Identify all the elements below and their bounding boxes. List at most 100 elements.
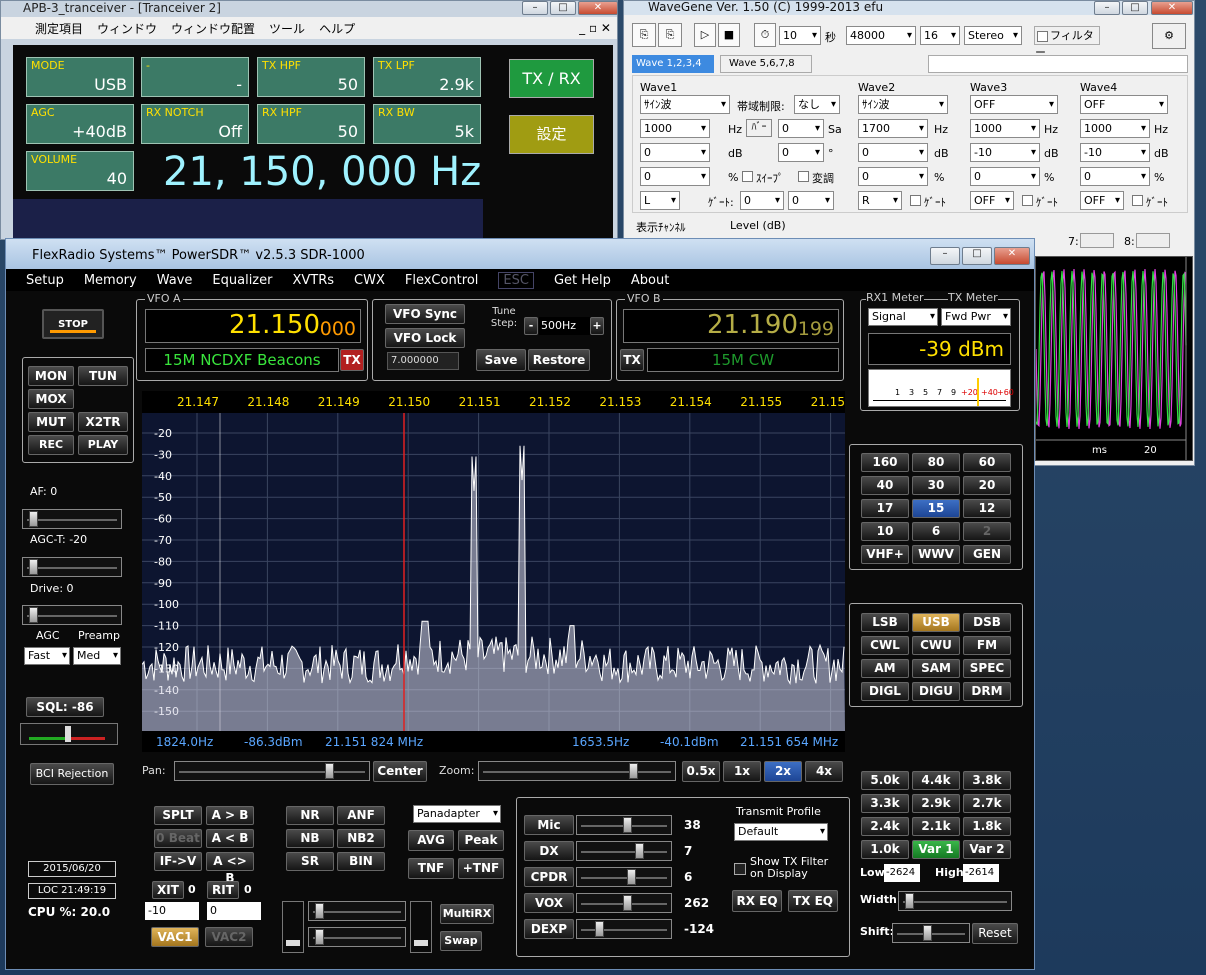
menu-item[interactable]: ウィンドウ [97, 20, 157, 37]
close-button[interactable]: ✕ [994, 247, 1030, 265]
zoom-4x-button[interactable]: 4x [805, 761, 843, 782]
close-button[interactable]: ✕ [1151, 1, 1193, 15]
mode-control[interactable]: MODE USB [26, 57, 134, 97]
wave1-pct-input[interactable]: 0 [640, 167, 710, 186]
filter-button-2.7k[interactable]: 2.7k [963, 794, 1011, 813]
mon-button[interactable]: MON [28, 366, 74, 386]
rx-bw-control[interactable]: RX BW 5k [373, 104, 481, 144]
wave3-type-select[interactable]: OFF [970, 95, 1058, 114]
tx-dx-slider[interactable] [576, 841, 672, 861]
mode-button-cwl[interactable]: CWL [861, 636, 909, 655]
vfo-b-display[interactable]: 21.190 199 [623, 309, 839, 343]
menu-memory[interactable]: Memory [84, 273, 137, 288]
mode-button-usb[interactable]: USB [912, 613, 960, 632]
mod-checkbox[interactable] [798, 171, 809, 182]
multirx-volume-slider[interactable] [282, 901, 304, 953]
tune-step-minus[interactable]: - [524, 317, 538, 335]
maximize-button[interactable]: □ [962, 247, 992, 265]
wave1-freq-input[interactable]: 1000 [640, 119, 710, 138]
if-to-v-button[interactable]: IF->V [154, 852, 202, 871]
filter-button-3.8k[interactable]: 3.8k [963, 771, 1011, 790]
minimize-button[interactable]: – [522, 1, 548, 15]
wave4-freq-input[interactable]: 1000 [1080, 119, 1150, 138]
save-button[interactable]: Save [476, 349, 526, 371]
settings-icon[interactable]: ⚙ [1152, 23, 1186, 49]
mode-button-fm[interactable]: FM [963, 636, 1011, 655]
wave4-pct-input[interactable]: 0 [1080, 167, 1150, 186]
channels-select[interactable]: Stereo [964, 26, 1022, 45]
tx-rx-button[interactable]: TX / RX [509, 59, 594, 98]
wave3-freq-input[interactable]: 1000 [970, 119, 1040, 138]
tx-dexp-slider[interactable] [576, 919, 672, 939]
band-button-2[interactable]: 2 [963, 522, 1011, 541]
tx-dexp-button[interactable]: DEXP [524, 919, 574, 939]
band-limit-select[interactable]: なし [794, 95, 840, 114]
rec-button[interactable]: REC [28, 435, 74, 455]
tab-wave-5-8[interactable]: Wave 5,6,7,8 [720, 55, 812, 73]
wave2-channel-select[interactable]: R [858, 191, 902, 210]
mode-button-spec[interactable]: SPEC [963, 659, 1011, 678]
play-icon[interactable]: ▷ [694, 23, 716, 47]
tnf-button[interactable]: TNF [408, 858, 454, 879]
filter-button-5.0k[interactable]: 5.0k [861, 771, 909, 790]
burst-input[interactable]: 0 [778, 119, 824, 138]
volume-control[interactable]: VOLUME 40 [26, 151, 134, 191]
restore-button[interactable]: Restore [528, 349, 590, 371]
filter-button-var-2[interactable]: Var 2 [963, 840, 1011, 859]
vfo-a-tx-button[interactable]: TX [340, 349, 364, 371]
timer-icon[interactable]: ⏱ [754, 23, 776, 47]
agc-control[interactable]: AGC +40dB [26, 104, 134, 144]
panadapter-display[interactable]: -20-30-40-50-60-70-80-90-100-110-120-130… [141, 391, 853, 752]
reset-button[interactable]: Reset [972, 923, 1018, 944]
blank-control[interactable]: -- [141, 57, 249, 97]
band-button-15[interactable]: 15 [912, 499, 960, 518]
rx-hpf-control[interactable]: RX HPF 50 [257, 104, 365, 144]
band-button-17[interactable]: 17 [861, 499, 909, 518]
bin-button[interactable]: BIN [337, 852, 385, 871]
band-button-160[interactable]: 160 [861, 453, 909, 472]
mut-button[interactable]: MUT [28, 412, 74, 432]
vfo-a-display[interactable]: 21.150 000 [145, 309, 361, 343]
menu-xvtrs[interactable]: XVTRs [292, 273, 334, 288]
vfo-sync-button[interactable]: VFO Sync [385, 304, 465, 324]
peak-button[interactable]: Peak [458, 830, 504, 851]
bci-rejection-button[interactable]: BCI Rejection [30, 763, 114, 785]
pan-slider[interactable] [174, 761, 370, 781]
a-swap-b-button[interactable]: A <> B [206, 852, 254, 885]
maximize-button[interactable]: □ [1122, 1, 1148, 15]
mode-button-digl[interactable]: DIGL [861, 682, 909, 701]
filter-button-1.0k[interactable]: 1.0k [861, 840, 909, 859]
rx2-gain-slider[interactable] [308, 927, 406, 947]
mdi-buttons[interactable]: _ ▫ ✕ [579, 21, 611, 35]
bits-select[interactable]: 16 [920, 26, 960, 45]
menu-get-help[interactable]: Get Help [554, 273, 611, 288]
agc-select[interactable]: Fast [24, 647, 70, 665]
settings-button[interactable]: 設定 [509, 115, 594, 154]
wave3-db-input[interactable]: -10 [970, 143, 1040, 162]
menu-item[interactable]: ウィンドウ配置 [171, 20, 255, 37]
duration-select[interactable]: 10 [779, 26, 821, 45]
maximize-button[interactable]: □ [550, 1, 576, 15]
band-button-10[interactable]: 10 [861, 522, 909, 541]
low-input[interactable]: -2624 [884, 864, 920, 882]
anf-button[interactable]: ANF [337, 806, 385, 825]
wave2-gate-checkbox[interactable] [910, 195, 921, 206]
drive-slider[interactable] [22, 605, 122, 625]
wave4-db-input[interactable]: -10 [1080, 143, 1150, 162]
vfo-frequency-input[interactable]: 7.000000 [387, 352, 459, 370]
mode-button-am[interactable]: AM [861, 659, 909, 678]
burst-button[interactable]: ﾊﾞｰ [746, 119, 772, 137]
zoom-2x-button[interactable]: 2x [764, 761, 802, 782]
x2tr-button[interactable]: X2TR [78, 412, 128, 432]
tx-cpdr-button[interactable]: CPDR [524, 867, 574, 887]
open-icon[interactable]: ⎘ [632, 23, 656, 47]
wave2-freq-input[interactable]: 1700 [858, 119, 928, 138]
band-button-6[interactable]: 6 [912, 522, 960, 541]
tx-vox-slider[interactable] [576, 893, 672, 913]
filter-button-2.1k[interactable]: 2.1k [912, 817, 960, 836]
split-button[interactable]: SPLT [154, 806, 202, 825]
display-mode-select[interactable]: Panadapter [413, 805, 501, 823]
wave4-channel-select[interactable]: OFF [1080, 191, 1124, 210]
phase-input[interactable]: 0 [778, 143, 824, 162]
vac1-button[interactable]: VAC1 [151, 927, 199, 947]
